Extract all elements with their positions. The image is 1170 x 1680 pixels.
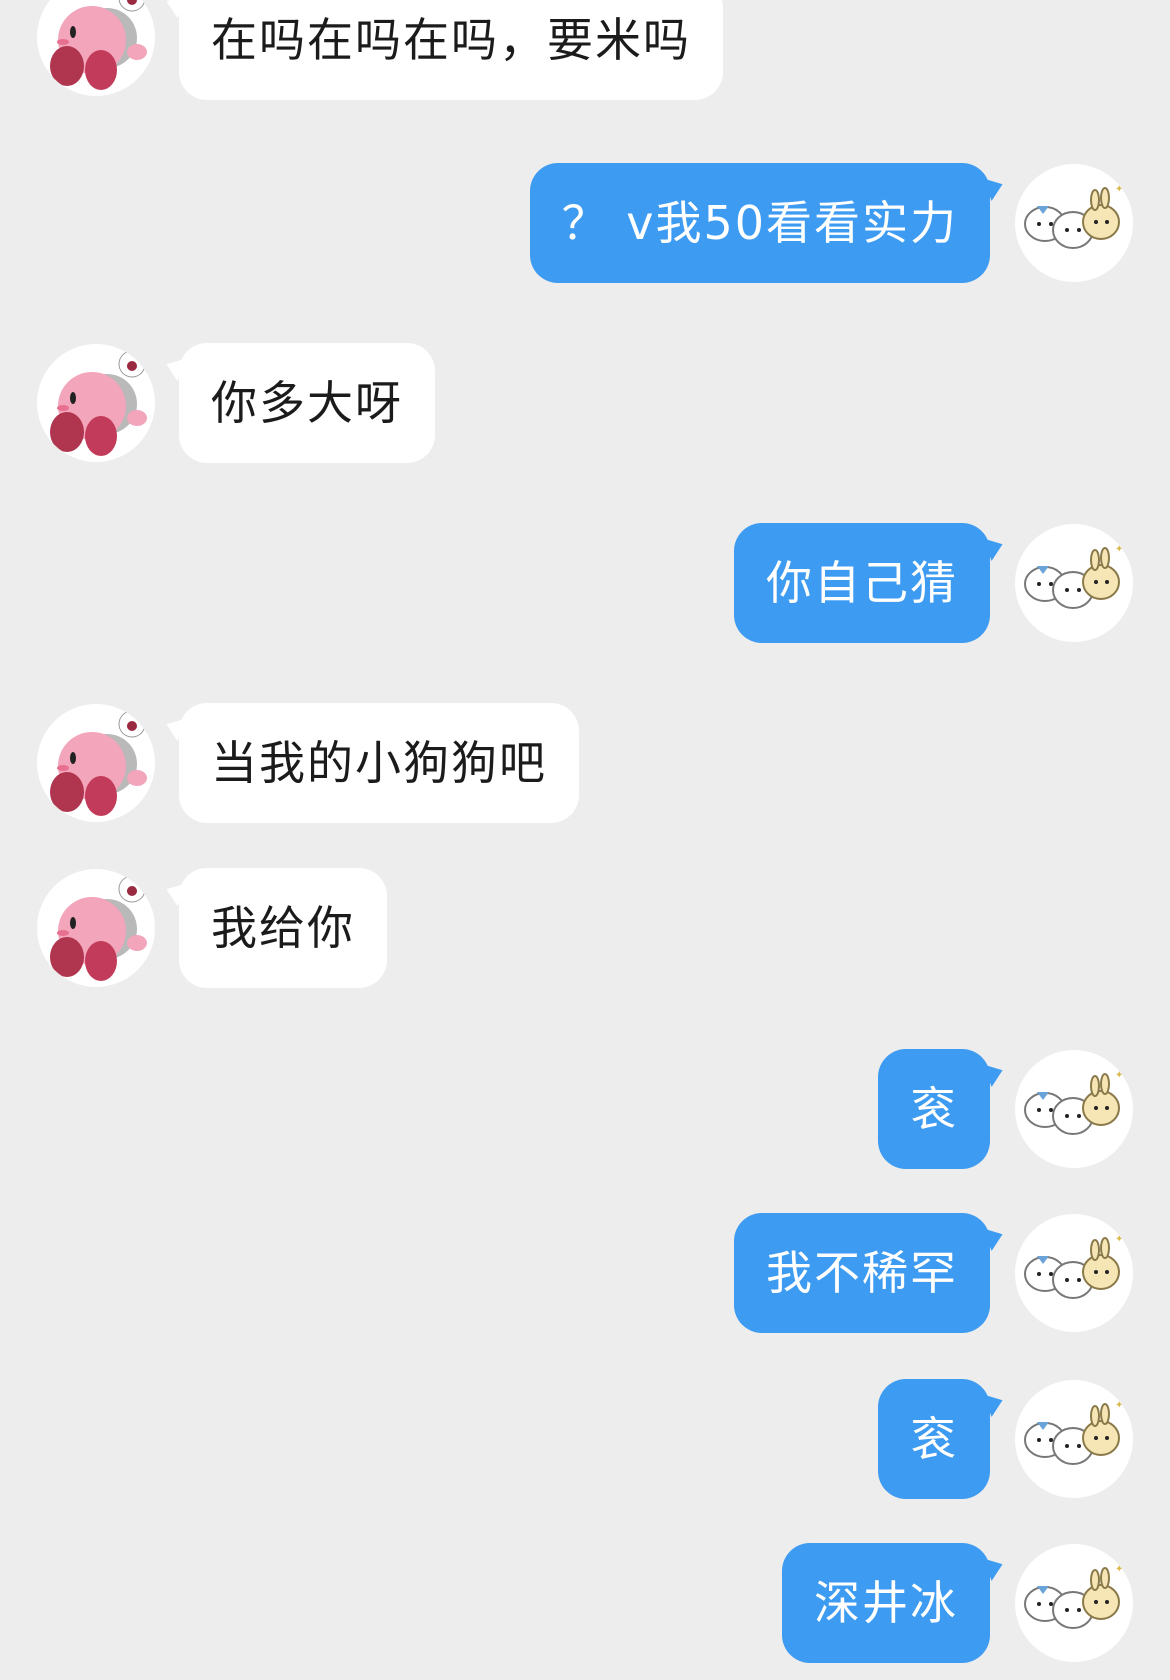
chat-area[interactable]: 在吗在吗在吗，要米吗 ✦ ？ v我50看看实力 你多大呀 ✦ 你自己猜 当我的小… [0,0,1170,1680]
message-text: 我给你 [211,901,355,955]
three-animals-avatar-icon[interactable]: ✦ [1015,1544,1133,1662]
message-text: 你自己猜 [766,556,958,610]
message-bubble[interactable]: 当我的小狗狗吧 [179,703,579,823]
message-bubble[interactable]: ？ v我50看看实力 [529,163,990,283]
kirby-avatar-icon[interactable] [37,704,155,822]
three-animals-avatar-icon[interactable]: ✦ [1015,1050,1133,1168]
three-animals-avatar-icon[interactable]: ✦ [1015,524,1133,642]
svg-text:✦: ✦ [1115,184,1123,195]
message-text: 衮 [910,1082,958,1136]
message-bubble[interactable]: 衮 [878,1049,990,1169]
message-bubble[interactable]: 你自己猜 [734,523,990,643]
message-text: 在吗在吗在吗，要米吗 [211,13,691,67]
message-bubble[interactable]: 深井冰 [782,1543,990,1663]
kirby-avatar-icon[interactable] [37,0,155,96]
message-text: 当我的小狗狗吧 [211,736,547,790]
message-text: 深井冰 [814,1576,958,1630]
message-bubble[interactable]: 我给你 [179,868,387,988]
message-bubble[interactable]: 衮 [878,1379,990,1499]
svg-text:✦: ✦ [1115,544,1123,555]
kirby-avatar-icon[interactable] [37,344,155,462]
message-text: 衮 [910,1412,958,1466]
message-bubble[interactable]: 我不稀罕 [734,1213,990,1333]
three-animals-avatar-icon[interactable]: ✦ [1015,164,1133,282]
svg-text:✦: ✦ [1115,1400,1123,1411]
svg-text:✦: ✦ [1115,1234,1123,1245]
message-text: 你多大呀 [211,376,403,430]
message-text: 我不稀罕 [766,1246,958,1300]
message-bubble[interactable]: 你多大呀 [179,343,435,463]
svg-text:✦: ✦ [1115,1070,1123,1081]
kirby-avatar-icon[interactable] [37,869,155,987]
svg-text:✦: ✦ [1115,1564,1123,1575]
message-text: ？ v我50看看实力 [561,196,958,250]
message-bubble[interactable]: 在吗在吗在吗，要米吗 [179,0,723,100]
three-animals-avatar-icon[interactable]: ✦ [1015,1380,1133,1498]
three-animals-avatar-icon[interactable]: ✦ [1015,1214,1133,1332]
